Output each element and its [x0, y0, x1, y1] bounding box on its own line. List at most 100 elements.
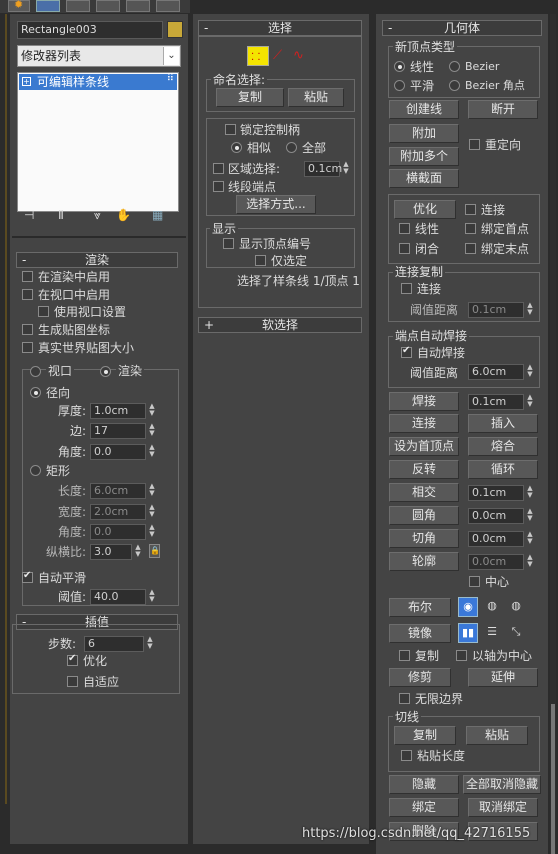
weld-thresh-spinner[interactable]: 6.0cm	[468, 364, 524, 380]
threshold-spinner[interactable]: 40.0	[90, 589, 146, 605]
hierarchy-tab-icon[interactable]	[66, 0, 90, 12]
center-checkbox[interactable]	[469, 576, 480, 587]
vertex-mode-icon[interactable]: · · · ·	[247, 46, 269, 66]
selected-only-checkbox[interactable]	[255, 255, 266, 266]
about-pivot-checkbox[interactable]	[456, 650, 467, 661]
infinite-bounds-checkbox[interactable]	[399, 693, 410, 704]
insert-button[interactable]: 插入	[468, 414, 538, 433]
linear-radio[interactable]	[394, 61, 405, 72]
length-spinner-arrows[interactable]: ▲ ▼	[147, 483, 157, 499]
configure-sets-icon[interactable]: ▦	[152, 208, 163, 222]
area-selection-arrows[interactable]: ▲ ▼	[341, 161, 351, 177]
break-button[interactable]: 断开	[468, 100, 538, 119]
mirror-vertical-icon[interactable]: ☰	[482, 623, 502, 643]
thickness-spinner[interactable]: 1.0cm	[90, 403, 146, 419]
bezier-radio[interactable]	[449, 61, 460, 72]
fillet-spinner[interactable]: 0.0cm	[468, 508, 524, 524]
threshold-spinner-arrows[interactable]: ▲ ▼	[147, 589, 157, 605]
object-name-field[interactable]: Rectangle003	[17, 21, 163, 39]
bind-first-checkbox[interactable]	[465, 223, 476, 234]
segment-mode-icon[interactable]: ⟋	[273, 48, 291, 64]
mirror-copy-checkbox[interactable]	[399, 650, 410, 661]
enable-in-renderer-checkbox[interactable]	[22, 271, 33, 282]
weld-button[interactable]: 焊接	[389, 392, 459, 411]
pin-stack-icon[interactable]: ⊣	[24, 208, 34, 222]
renderer-radio[interactable]	[100, 366, 111, 377]
sides-spinner-arrows[interactable]: ▲ ▼	[147, 423, 157, 439]
connect-thresh-spinner[interactable]: 0.1cm	[468, 302, 524, 318]
width-spinner[interactable]: 2.0cm	[90, 504, 146, 520]
display-tab-icon[interactable]	[126, 0, 150, 12]
aspect-spinner[interactable]: 3.0	[90, 544, 132, 560]
remove-modifier-icon[interactable]: ✋	[116, 208, 131, 222]
intersect-icon[interactable]: ◍	[506, 597, 526, 617]
mirror-button[interactable]: 镜像	[389, 624, 451, 643]
chamfer-button[interactable]: 切角	[389, 529, 459, 548]
bind-button[interactable]: 绑定	[389, 798, 459, 817]
fillet-button[interactable]: 圆角	[389, 506, 459, 525]
weld-arrows[interactable]: ▲ ▼	[525, 394, 535, 410]
object-color-swatch[interactable]	[167, 21, 183, 38]
union-icon[interactable]: ◉	[458, 597, 478, 617]
connect-checkbox[interactable]	[465, 204, 476, 215]
area-selection-spinner[interactable]: 0.1cm	[304, 161, 342, 177]
outline-arrows[interactable]: ▲ ▼	[525, 554, 535, 570]
auto-weld-checkbox[interactable]	[401, 345, 412, 358]
trim-button[interactable]: 修剪	[389, 668, 451, 687]
tangent-copy-button[interactable]: 复制	[394, 726, 456, 745]
modify-tab-icon[interactable]	[36, 0, 60, 12]
create-line-button[interactable]: 创建线	[389, 100, 459, 119]
soft-selection-rollout-header[interactable]: + 软选择	[198, 317, 362, 333]
make-unique-icon[interactable]: ⩔	[94, 208, 101, 223]
rectangular-radio[interactable]	[30, 465, 41, 476]
lock-handles-checkbox[interactable]	[225, 124, 236, 135]
utilities-tab-icon[interactable]	[156, 0, 180, 12]
segment-end-checkbox[interactable]	[213, 181, 224, 192]
refine-button[interactable]: 优化	[394, 200, 456, 219]
right-scrollbar[interactable]	[550, 14, 556, 854]
generate-mapping-checkbox[interactable]	[22, 324, 33, 335]
angle2-spinner[interactable]: 0.0	[90, 524, 146, 540]
scrollbar-thumb[interactable]	[551, 704, 555, 854]
angle-spinner[interactable]: 0.0	[90, 444, 146, 460]
fuse-button[interactable]: 熔合	[468, 437, 538, 456]
spline-mode-icon[interactable]: ∿	[293, 48, 315, 64]
outline-spinner[interactable]: 0.0cm	[468, 554, 524, 570]
smooth-radio[interactable]	[394, 80, 405, 91]
sides-spinner[interactable]: 17	[90, 423, 146, 439]
outline-button[interactable]: 轮廓	[389, 552, 459, 571]
area-selection-checkbox[interactable]	[213, 163, 224, 174]
angle2-spinner-arrows[interactable]: ▲ ▼	[147, 524, 157, 540]
mirror-horizontal-icon[interactable]: ▮▮	[458, 623, 478, 643]
cross-insert-spinner[interactable]: 0.1cm	[468, 485, 524, 501]
aspect-spinner-arrows[interactable]: ▲ ▼	[133, 544, 143, 560]
use-viewport-settings-checkbox[interactable]	[38, 306, 49, 317]
fillet-arrows[interactable]: ▲ ▼	[525, 508, 535, 524]
paste-length-checkbox[interactable]	[401, 750, 412, 761]
show-end-result-icon[interactable]: Ⅱ	[58, 208, 64, 222]
cross-insert-arrows[interactable]: ▲ ▼	[525, 485, 535, 501]
mirror-both-icon[interactable]: ⤡	[506, 623, 526, 643]
length-spinner[interactable]: 6.0cm	[90, 483, 146, 499]
connect-thresh-arrows[interactable]: ▲ ▼	[525, 302, 535, 318]
weld-spinner[interactable]: 0.1cm	[468, 394, 524, 410]
real-world-map-checkbox[interactable]	[22, 342, 33, 353]
named-copy-button[interactable]: 复制	[216, 88, 284, 107]
linear-checkbox[interactable]	[399, 223, 410, 234]
viewport-radio[interactable]	[30, 366, 41, 377]
rendering-rollout-header[interactable]: - 渲染	[16, 252, 178, 268]
cross-section-button[interactable]: 横截面	[389, 169, 459, 188]
show-vertex-numbers-checkbox[interactable]	[223, 238, 234, 249]
tangent-paste-button[interactable]: 粘贴	[466, 726, 528, 745]
attach-multiple-button[interactable]: 附加多个	[389, 147, 459, 166]
reorient-checkbox[interactable]	[469, 139, 480, 150]
enable-in-viewport-checkbox[interactable]	[22, 289, 33, 300]
create-tab-icon[interactable]: ✹	[8, 0, 30, 12]
cycle-button[interactable]: 循环	[468, 460, 538, 479]
weld-thresh-arrows[interactable]: ▲ ▼	[525, 364, 535, 380]
lock-aspect-icon[interactable]: 🔒	[149, 544, 160, 558]
extend-button[interactable]: 延伸	[468, 668, 538, 687]
named-paste-button[interactable]: 粘贴	[288, 88, 344, 107]
all-radio[interactable]	[286, 142, 297, 153]
closed-checkbox[interactable]	[399, 243, 410, 254]
